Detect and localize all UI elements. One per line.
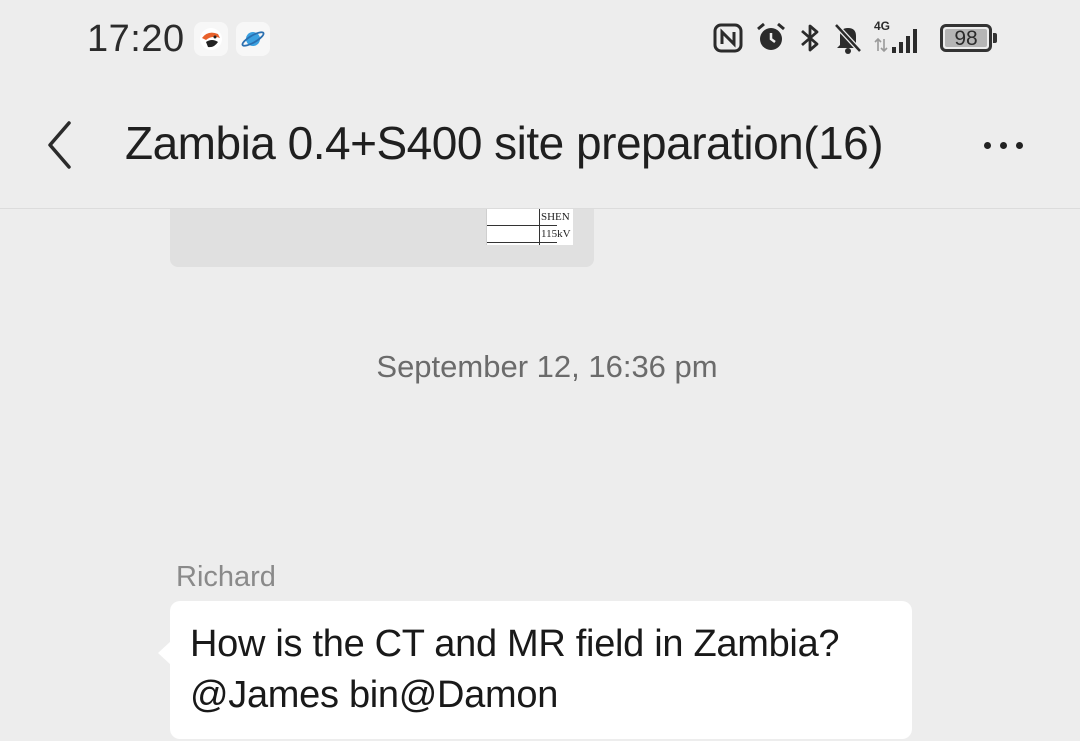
sender-name: Richard [176, 561, 276, 593]
message-text: How is the CT and MR field in Zambia? @J… [190, 623, 840, 716]
chevron-left-icon [48, 121, 71, 169]
preview-cell: SHEN [541, 211, 570, 223]
more-options-button[interactable] [970, 122, 1036, 168]
mute-bell-icon [832, 21, 864, 55]
status-bar: 17:20 4G 98 [0, 0, 1080, 82]
preview-cell: 115kV [541, 228, 571, 240]
status-time: 17:20 [87, 18, 185, 60]
chat-header: Zambia 0.4+S400 site preparation(16) [0, 82, 1080, 209]
chat-title: Zambia 0.4+S400 site preparation(16) [125, 117, 884, 169]
message-bubble[interactable]: How is the CT and MR field in Zambia? @J… [158, 601, 912, 739]
alarm-icon [754, 21, 788, 55]
back-button[interactable] [30, 112, 90, 178]
chat-message-list[interactable]: SHEN 115kV September 12, 16:36 pm Richar… [0, 209, 1080, 741]
message-timestamp: September 12, 16:36 pm [376, 349, 718, 384]
document-preview-thumbnail: SHEN 115kV [486, 209, 573, 245]
battery-icon: 98 [940, 24, 997, 52]
app-notification-icon-1 [194, 22, 228, 56]
file-attachment-bubble[interactable]: SHEN 115kV [170, 209, 594, 267]
battery-level: 98 [954, 26, 978, 50]
status-icons: 4G 98 [712, 19, 997, 56]
signal-icon: 4G [874, 19, 926, 55]
app-notification-icon-2 [236, 22, 270, 56]
nfc-icon [712, 22, 744, 54]
bluetooth-icon [798, 21, 822, 55]
more-dots-icon [983, 141, 991, 149]
